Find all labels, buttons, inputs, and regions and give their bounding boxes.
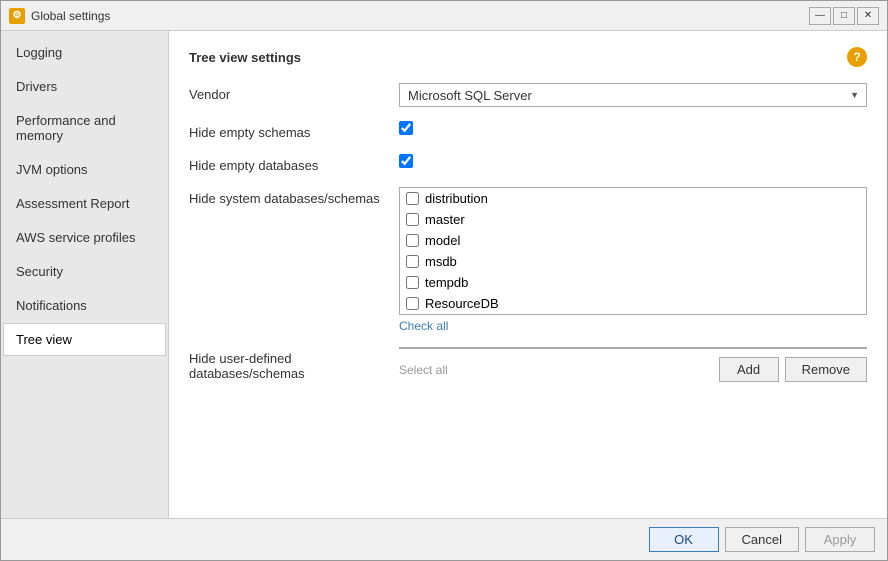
cancel-button[interactable]: Cancel <box>725 527 799 552</box>
window-body: Logging Drivers Performance and memory J… <box>1 31 887 518</box>
sidebar-item-drivers[interactable]: Drivers <box>3 70 166 103</box>
select-all-link[interactable]: Select all <box>399 363 448 377</box>
system-databases-list[interactable]: distribution master model msdb <box>399 187 867 315</box>
window-title: Global settings <box>31 9 809 23</box>
add-button[interactable]: Add <box>719 357 779 382</box>
footer: OK Cancel Apply <box>1 518 887 560</box>
remove-button[interactable]: Remove <box>785 357 867 382</box>
hide-user-defined-control: Select all Add Remove <box>399 347 867 382</box>
main-content: Tree view settings ? Vendor Microsoft SQ… <box>169 31 887 518</box>
ok-button[interactable]: OK <box>649 527 719 552</box>
user-defined-buttons: Add Remove <box>719 357 867 382</box>
apply-button[interactable]: Apply <box>805 527 875 552</box>
list-item-distribution[interactable]: distribution <box>400 188 866 209</box>
checkbox-distribution[interactable] <box>406 192 419 205</box>
list-item-tempdb[interactable]: tempdb <box>400 272 866 293</box>
check-all-link[interactable]: Check all <box>399 319 867 333</box>
hide-user-defined-row: Hide user-defined databases/schemas Sele… <box>189 347 867 382</box>
hide-user-defined-label: Hide user-defined databases/schemas <box>189 347 399 381</box>
hide-system-label: Hide system databases/schemas <box>189 187 399 206</box>
hide-empty-schemas-row: Hide empty schemas <box>189 121 867 140</box>
vendor-row: Vendor Microsoft SQL Server MySQL Postgr… <box>189 83 867 107</box>
hide-empty-databases-row: Hide empty databases <box>189 154 867 173</box>
sidebar-item-aws[interactable]: AWS service profiles <box>3 221 166 254</box>
sidebar: Logging Drivers Performance and memory J… <box>1 31 169 518</box>
sidebar-item-aws-label: AWS service profiles <box>16 230 135 245</box>
title-bar-controls: — □ ✕ <box>809 7 879 25</box>
sidebar-item-assessment-label: Assessment Report <box>16 196 129 211</box>
sidebar-item-jvm[interactable]: JVM options <box>3 153 166 186</box>
sidebar-item-assessment[interactable]: Assessment Report <box>3 187 166 220</box>
sidebar-item-treeview[interactable]: Tree view <box>3 323 166 356</box>
sidebar-item-security-label: Security <box>16 264 63 279</box>
label-distribution: distribution <box>425 191 488 206</box>
maximize-button[interactable]: □ <box>833 7 855 25</box>
list-item-resourcedb[interactable]: ResourceDB <box>400 293 866 314</box>
label-model: model <box>425 233 460 248</box>
hide-empty-databases-label: Hide empty databases <box>189 154 399 173</box>
sidebar-item-notifications[interactable]: Notifications <box>3 289 166 322</box>
sidebar-item-security[interactable]: Security <box>3 255 166 288</box>
label-tempdb: tempdb <box>425 275 468 290</box>
list-item-model[interactable]: model <box>400 230 866 251</box>
section-header: Tree view settings ? <box>189 47 867 67</box>
hide-empty-schemas-label: Hide empty schemas <box>189 121 399 140</box>
label-msdb: msdb <box>425 254 457 269</box>
vendor-control: Microsoft SQL Server MySQL PostgreSQL Or… <box>399 83 867 107</box>
sidebar-item-logging-label: Logging <box>16 45 62 60</box>
sidebar-item-jvm-label: JVM options <box>16 162 88 177</box>
vendor-label: Vendor <box>189 83 399 102</box>
title-bar: ⚙ Global settings — □ ✕ <box>1 1 887 31</box>
hide-empty-databases-control <box>399 154 867 168</box>
sidebar-item-drivers-label: Drivers <box>16 79 57 94</box>
checkbox-model[interactable] <box>406 234 419 247</box>
sidebar-item-performance-label: Performance and memory <box>16 113 116 143</box>
user-defined-list[interactable] <box>399 347 867 349</box>
hide-system-row: Hide system databases/schemas distributi… <box>189 187 867 333</box>
list-item-msdb[interactable]: msdb <box>400 251 866 272</box>
sidebar-item-performance[interactable]: Performance and memory <box>3 104 166 152</box>
app-icon: ⚙ <box>9 8 25 24</box>
checkbox-msdb[interactable] <box>406 255 419 268</box>
sidebar-item-treeview-label: Tree view <box>16 332 72 347</box>
help-icon[interactable]: ? <box>847 47 867 67</box>
label-master: master <box>425 212 465 227</box>
close-button[interactable]: ✕ <box>857 7 879 25</box>
hide-empty-schemas-control <box>399 121 867 135</box>
minimize-button[interactable]: — <box>809 7 831 25</box>
checkbox-master[interactable] <box>406 213 419 226</box>
vendor-select-wrapper: Microsoft SQL Server MySQL PostgreSQL Or… <box>399 83 867 107</box>
label-resourcedb: ResourceDB <box>425 296 499 311</box>
sidebar-item-logging[interactable]: Logging <box>3 36 166 69</box>
hide-empty-schemas-checkbox[interactable] <box>399 121 413 135</box>
hide-system-control: distribution master model msdb <box>399 187 867 333</box>
sidebar-item-notifications-label: Notifications <box>16 298 87 313</box>
hide-empty-databases-checkbox[interactable] <box>399 154 413 168</box>
list-item-master[interactable]: master <box>400 209 866 230</box>
global-settings-window: ⚙ Global settings — □ ✕ Logging Drivers … <box>0 0 888 561</box>
vendor-select[interactable]: Microsoft SQL Server MySQL PostgreSQL Or… <box>399 83 867 107</box>
checkbox-resourcedb[interactable] <box>406 297 419 310</box>
checkbox-tempdb[interactable] <box>406 276 419 289</box>
section-title-text: Tree view settings <box>189 50 301 65</box>
